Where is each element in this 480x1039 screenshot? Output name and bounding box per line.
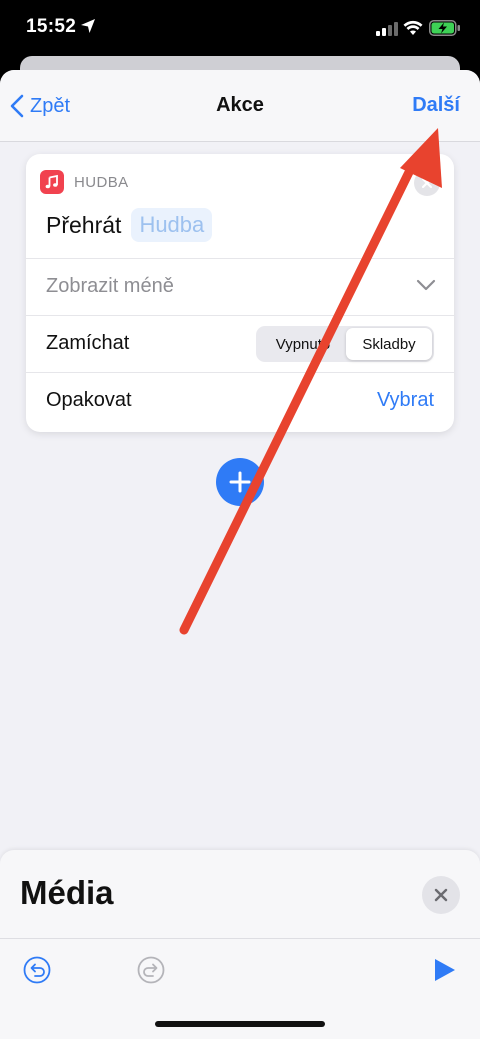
show-less-label: Zobrazit méně bbox=[46, 275, 174, 297]
repeat-label: Opakovat bbox=[46, 389, 132, 411]
shuffle-row: Zamíchat Vypnuto Skladby bbox=[26, 315, 454, 372]
navigation-bar: Zpět Akce Další bbox=[0, 70, 480, 142]
music-note-icon bbox=[40, 170, 64, 194]
repeat-row: Opakovat Vybrat bbox=[26, 372, 454, 432]
back-button[interactable]: Zpět bbox=[10, 90, 70, 122]
media-panel: Média bbox=[0, 850, 480, 1039]
close-panel-button[interactable] bbox=[422, 876, 460, 914]
close-icon bbox=[421, 177, 433, 189]
remove-action-button[interactable] bbox=[414, 170, 440, 196]
add-action-button[interactable] bbox=[216, 458, 264, 506]
next-button[interactable]: Další bbox=[412, 94, 460, 117]
redo-icon[interactable] bbox=[136, 955, 166, 985]
shuffle-segmented-control: Vypnuto Skladby bbox=[256, 326, 434, 362]
action-name: Přehrát bbox=[46, 211, 122, 238]
page-title: Akce bbox=[216, 94, 264, 116]
location-arrow-icon bbox=[81, 19, 95, 33]
chevron-down-icon bbox=[416, 279, 436, 291]
repeat-choose-button[interactable]: Vybrat bbox=[377, 389, 434, 412]
wifi-icon bbox=[403, 20, 423, 35]
action-summary: Přehrát Hudba bbox=[46, 208, 213, 242]
plus-icon bbox=[229, 471, 251, 493]
shuffle-option-off[interactable]: Vypnuto bbox=[260, 328, 346, 360]
cellular-signal-icon bbox=[376, 22, 398, 36]
status-bar: 15:52 bbox=[0, 0, 480, 58]
card-app-name: HUDBA bbox=[74, 173, 129, 191]
card-header: HUDBA bbox=[40, 170, 129, 194]
show-less-row[interactable]: Zobrazit méně bbox=[26, 258, 454, 315]
shuffle-option-tracks[interactable]: Skladby bbox=[346, 328, 432, 360]
shortcut-editor-sheet: Zpět Akce Další HUDBA Přehrát Hudba Zobr… bbox=[0, 70, 480, 1039]
action-card: HUDBA Přehrát Hudba Zobrazit méně Zamích… bbox=[26, 154, 454, 432]
chevron-left-icon bbox=[10, 94, 24, 118]
undo-icon[interactable] bbox=[22, 955, 52, 985]
music-parameter-token[interactable]: Hudba bbox=[131, 208, 213, 242]
panel-title: Média bbox=[20, 874, 114, 911]
home-indicator bbox=[155, 1021, 325, 1027]
battery-charging-icon bbox=[429, 20, 460, 36]
play-icon[interactable] bbox=[432, 955, 458, 985]
close-icon bbox=[434, 888, 448, 902]
back-button-label: Zpět bbox=[30, 94, 71, 117]
shuffle-label: Zamíchat bbox=[46, 332, 130, 354]
status-time: 15:52 bbox=[26, 16, 77, 37]
